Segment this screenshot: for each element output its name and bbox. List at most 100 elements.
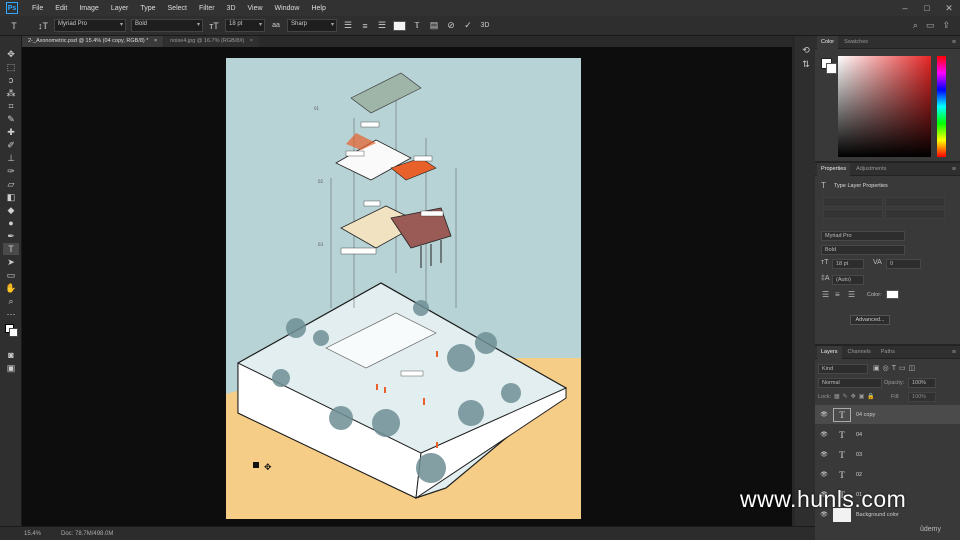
minimize-button[interactable]: –	[894, 3, 916, 14]
layer-filter-icons[interactable]: ▣◎T▭◫	[873, 364, 918, 372]
lock-icons[interactable]: ▦✎✥▣🔒	[834, 393, 878, 400]
quick-mask-icon[interactable]: ◙	[3, 349, 19, 361]
align-right-icon[interactable]: ☰	[848, 290, 855, 299]
menu-help[interactable]: Help	[305, 5, 331, 12]
type-tool-preset-icon[interactable]: T	[8, 21, 20, 31]
props-font-family[interactable]: Myriad Pro	[821, 231, 905, 241]
menu-3d[interactable]: 3D	[221, 5, 242, 12]
eye-icon[interactable]: 👁	[817, 471, 831, 478]
props-leading[interactable]: (Auto)	[832, 275, 864, 285]
layer-row[interactable]: 👁 T 04 copy	[815, 405, 960, 424]
layer-row[interactable]: 👁 T 02	[815, 465, 960, 484]
panel-menu-icon[interactable]: ≡	[952, 39, 956, 46]
menu-image[interactable]: Image	[73, 5, 104, 12]
eye-icon[interactable]: 👁	[817, 411, 831, 418]
eyedropper-tool-icon[interactable]: ✎	[3, 113, 19, 125]
tab-swatches[interactable]: Swatches	[840, 36, 872, 49]
gradient-tool-icon[interactable]: ◧	[3, 191, 19, 203]
menu-view[interactable]: View	[242, 5, 269, 12]
history-brush-tool-icon[interactable]: ✑	[3, 165, 19, 177]
eye-icon[interactable]: 👁	[817, 451, 831, 458]
close-button[interactable]: ✕	[938, 3, 960, 14]
align-center-icon[interactable]: ≡	[835, 290, 840, 299]
tab-color[interactable]: Color	[817, 35, 839, 49]
font-family-select[interactable]: Myriad Pro	[54, 19, 126, 32]
zoom-level[interactable]: 15.4%	[24, 531, 41, 537]
3d-button[interactable]: 3D	[479, 22, 491, 29]
tab-adjustments[interactable]: Adjustments	[852, 163, 890, 176]
history-panel-icon[interactable]: ⟲	[798, 44, 814, 56]
menu-edit[interactable]: Edit	[49, 5, 73, 12]
layer-filter-kind[interactable]: Kind	[818, 364, 868, 374]
maximize-button[interactable]: □	[916, 3, 938, 14]
share-icon[interactable]: ⇪	[942, 20, 950, 31]
layer-row[interactable]: 👁 T 04	[815, 425, 960, 444]
opacity-field[interactable]: 100%	[908, 378, 936, 388]
props-font-style[interactable]: Bold	[821, 245, 905, 255]
advanced-button[interactable]: Advanced...	[850, 315, 890, 325]
cancel-icon[interactable]: ⊘	[445, 20, 457, 31]
move-tool-icon[interactable]: ✥	[3, 48, 19, 60]
align-center-icon[interactable]: ≡	[359, 21, 371, 31]
canvas-area[interactable]: 01 02 03 ✥	[22, 47, 792, 526]
color-swatches-icon[interactable]	[3, 322, 19, 340]
props-color-swatch[interactable]	[886, 290, 899, 299]
zoom-tool-icon[interactable]: ⌕	[3, 295, 19, 307]
props-tracking[interactable]: 0	[886, 259, 921, 269]
lasso-tool-icon[interactable]: ↄ	[3, 74, 19, 86]
type-tool-icon[interactable]: T	[3, 243, 19, 255]
font-style-select[interactable]: Bold	[131, 19, 203, 32]
search-icon[interactable]: ⌕	[913, 20, 918, 31]
character-panel-icon[interactable]: ▤	[428, 20, 440, 31]
tab-noise[interactable]: noise4.jpg @ 16.7% (RGB/8#) ×	[164, 36, 260, 47]
saturation-brightness-field[interactable]	[838, 56, 931, 157]
menu-filter[interactable]: Filter	[193, 5, 221, 12]
align-left-icon[interactable]: ☰	[342, 20, 354, 31]
toggle-orientation-icon[interactable]: ↕T	[37, 21, 49, 31]
tab-close-icon[interactable]: ×	[250, 38, 253, 44]
panel-menu-icon[interactable]: ≡	[952, 349, 956, 356]
document-artwork[interactable]: 01 02 03 ✥	[226, 58, 581, 519]
menu-window[interactable]: Window	[269, 5, 306, 12]
marquee-tool-icon[interactable]: ⬚	[3, 61, 19, 73]
more-tools-icon[interactable]: ⋯	[3, 308, 19, 320]
align-left-icon[interactable]: ☰	[822, 290, 829, 299]
brush-tool-icon[interactable]: ✐	[3, 139, 19, 151]
healing-tool-icon[interactable]: ✚	[3, 126, 19, 138]
eye-icon[interactable]: 👁	[817, 431, 831, 438]
hand-tool-icon[interactable]: ✋	[3, 282, 19, 294]
crop-tool-icon[interactable]: ⌗	[3, 100, 19, 112]
commit-icon[interactable]: ✓	[462, 20, 474, 31]
antialias-select[interactable]: Sharp	[287, 19, 337, 32]
menu-file[interactable]: File	[26, 5, 49, 12]
tab-axonometric[interactable]: 2-_Axonometric.psd @ 15.4% (04 copy, RGB…	[22, 36, 164, 47]
tab-properties[interactable]: Properties	[817, 162, 851, 176]
tab-channels[interactable]: Channels	[844, 346, 875, 359]
tab-paths[interactable]: Paths	[877, 346, 899, 359]
menu-select[interactable]: Select	[162, 5, 193, 12]
layer-row[interactable]: 👁 T 03	[815, 445, 960, 464]
font-size-select[interactable]: 18 pt	[225, 19, 265, 32]
rectangle-tool-icon[interactable]: ▭	[3, 269, 19, 281]
magic-wand-tool-icon[interactable]: ⁂	[3, 87, 19, 99]
menu-type[interactable]: Type	[134, 5, 161, 12]
workspace-icon[interactable]: ▭	[926, 20, 935, 31]
menu-layer[interactable]: Layer	[105, 5, 135, 12]
props-font-size[interactable]: 18 pt	[832, 259, 864, 269]
warp-text-icon[interactable]: Ⲧ	[411, 20, 423, 31]
tab-close-icon[interactable]: ×	[154, 38, 157, 44]
text-color-swatch[interactable]	[393, 20, 406, 31]
blur-tool-icon[interactable]: ◆	[3, 204, 19, 216]
panel-menu-icon[interactable]: ≡	[952, 166, 956, 173]
screen-mode-icon[interactable]: ▣	[3, 362, 19, 374]
stamp-tool-icon[interactable]: ⊥	[3, 152, 19, 164]
align-right-icon[interactable]: ☰	[376, 20, 388, 31]
path-selection-tool-icon[interactable]: ➤	[3, 256, 19, 268]
background-swatch[interactable]	[826, 63, 837, 74]
dodge-tool-icon[interactable]: ●	[3, 217, 19, 229]
eraser-tool-icon[interactable]: ▱	[3, 178, 19, 190]
blend-mode-select[interactable]: Normal	[818, 378, 882, 388]
fill-field[interactable]: 100%	[908, 392, 936, 402]
pen-tool-icon[interactable]: ✒	[3, 230, 19, 242]
adjust-panel-icon[interactable]: ⇅	[798, 58, 814, 70]
